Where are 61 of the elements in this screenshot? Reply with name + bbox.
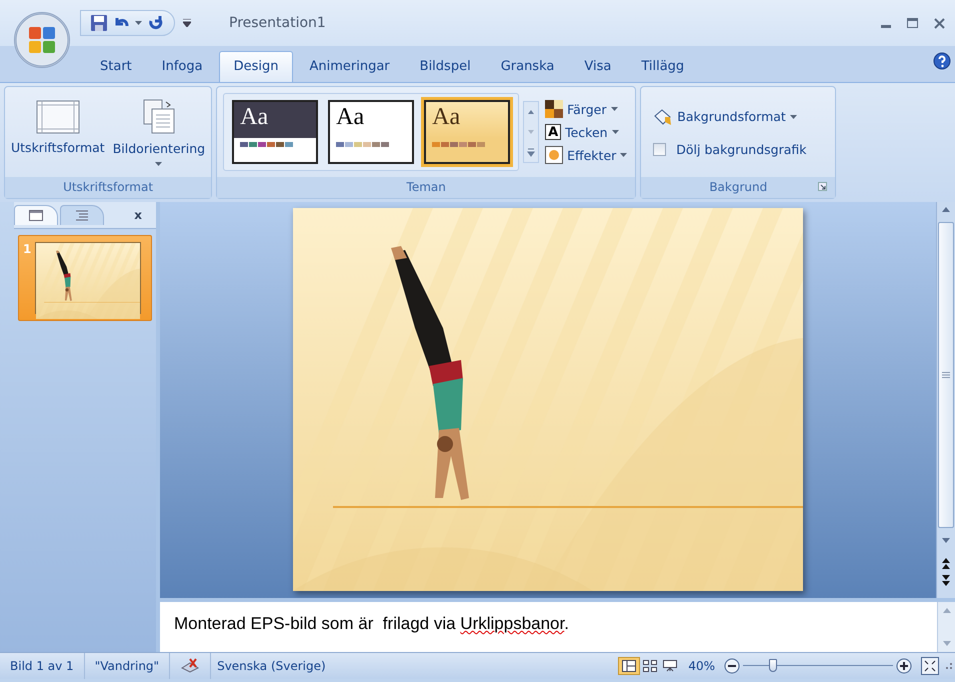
slide-counter: Bild 1 av 1 [0,653,85,679]
ribbon-tab[interactable]: Bildspel [406,52,485,82]
theme-option-button[interactable]: Effekter [543,145,630,165]
ribbon-tab[interactable]: Start [86,52,146,82]
fonts-icon: A [545,124,562,140]
undo-dropdown-icon [135,21,142,25]
fit-to-window-icon[interactable] [921,657,939,675]
ribbon-tab[interactable]: Infoga [148,52,217,82]
paint-bucket-icon [653,108,674,126]
customize-toolbar-icon[interactable] [183,19,191,27]
caret-icon [155,162,162,166]
colors-icon [545,100,564,118]
group-title: Teman [217,177,636,198]
outline-icon [75,210,89,221]
previous-slide-icon[interactable] [940,556,952,570]
slide-orientation-icon [142,98,176,134]
background-format-button[interactable]: Bakgrundsformat [651,106,809,126]
zoom-in-icon[interactable] [896,658,912,674]
slide-number: 1 [23,242,32,258]
theme-option-button[interactable]: A Tecken [543,123,630,141]
ribbon-tab[interactable]: Granska [486,52,568,82]
theme-thumbnail[interactable]: Aa [232,100,318,164]
slides-tab[interactable] [14,205,58,225]
window-title: Presentation1 [228,15,327,31]
resize-grip-icon [945,662,953,670]
scrollbar-thumb[interactable] [938,222,954,528]
close-pane-button[interactable]: x [128,207,148,223]
theme-thumbnail[interactable]: Aa [424,100,510,164]
outline-tab[interactable] [60,205,104,225]
next-slide-icon[interactable] [940,574,952,588]
theme-option-button[interactable]: Färger [543,99,630,119]
ribbon-tab[interactable]: Design [218,51,294,82]
caret-icon [790,114,797,118]
ribbon-tab[interactable]: Tillägg [627,52,698,82]
effects-icon [545,146,564,164]
slide-icon [29,210,43,221]
save-icon[interactable] [91,15,107,31]
caret-icon [620,153,628,157]
ribbon-tab[interactable]: Animeringar [295,52,404,82]
normal-view-button[interactable] [618,657,640,675]
ribbon-tab[interactable]: Visa [570,52,626,82]
ribbon-button[interactable]: Bildorientering [110,96,208,168]
group-title: Utskriftsformat [5,177,212,198]
hide-background-graphics-checkbox[interactable]: Dölj bakgrundsgrafik [651,140,809,158]
zoom-slider[interactable] [743,659,893,673]
dialog-launcher-icon[interactable] [818,182,828,191]
caret-icon [610,107,618,111]
maximize-icon[interactable] [907,18,918,28]
spelling-check-icon[interactable] [180,658,200,674]
ribbon-button[interactable]: Utskriftsformat [9,98,107,166]
theme-name: "Vandring" [84,653,170,679]
zoom-level[interactable]: 40% [680,659,721,673]
group-title: Bakgrund [641,177,836,198]
language[interactable]: Svenska (Sverige) [211,653,336,679]
redo-icon[interactable] [148,15,164,31]
help-icon[interactable] [933,52,951,70]
theme-thumbnail[interactable]: Aa [328,100,414,164]
close-icon[interactable] [934,18,945,28]
zoom-out-icon[interactable] [724,658,740,674]
caret-icon [612,130,619,134]
page-setup-icon [36,100,80,134]
